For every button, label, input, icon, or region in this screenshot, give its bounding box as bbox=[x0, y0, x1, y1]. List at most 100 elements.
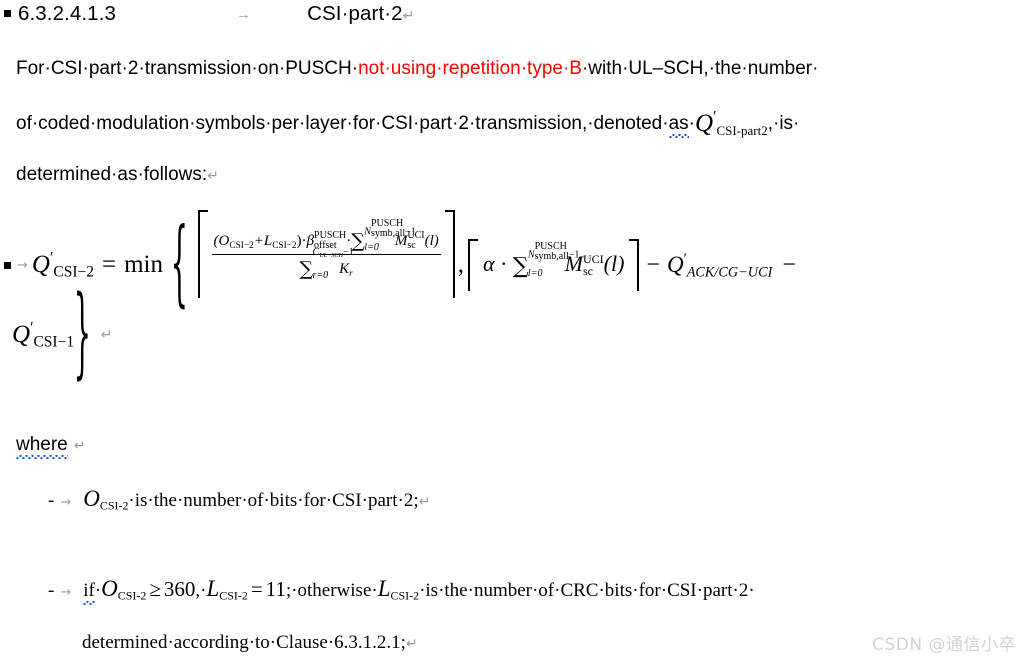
fraction: (OCSI−2+LCSI−2)·β PUSCH offset ·∑ N PUSCH symb… bbox=[208, 210, 445, 298]
L-symbol: L bbox=[206, 576, 220, 601]
O-subscript: CSI-2 bbox=[117, 588, 147, 603]
Q-symbol: Q bbox=[666, 252, 684, 277]
sum-upper-limit: N PUSCH symb,all −1 bbox=[528, 242, 579, 262]
paragraph-text-1a: For·CSI·part·2·transmission·on·PUSCH· bbox=[16, 58, 359, 79]
N-subscript: symb,all bbox=[370, 227, 406, 239]
ceiling-bracket-right bbox=[629, 239, 640, 291]
O-symbol: O bbox=[101, 576, 118, 601]
M-subscript: sc bbox=[582, 264, 593, 279]
tab-arrow-icon: → bbox=[236, 6, 252, 23]
crc-bits-value: 11 bbox=[265, 577, 286, 601]
N-scripts: PUSCH symb,all bbox=[370, 217, 406, 239]
den-C-subscript: UL−SCH bbox=[319, 251, 343, 259]
greater-equal-sign: ≥ bbox=[149, 577, 161, 601]
O-subscript: CSI-2 bbox=[99, 498, 129, 513]
paragraph-mark-icon: ↵ bbox=[405, 636, 418, 652]
list-dash: - bbox=[48, 490, 55, 511]
where-word: where bbox=[16, 434, 68, 459]
math-var-O: OCSI-2 bbox=[101, 576, 146, 601]
sum-N: N bbox=[527, 249, 535, 261]
ceiling-bracket-right bbox=[444, 210, 455, 298]
min-operator: min bbox=[124, 251, 163, 278]
paragraph-mark-icon: ↵ bbox=[100, 327, 113, 343]
comma-sep: ,· bbox=[195, 580, 207, 601]
summation-denominator: ∑ CUL−SCH−1 r=0 bbox=[299, 247, 354, 281]
square-bullet-icon bbox=[4, 261, 11, 269]
M-argument: (l) bbox=[603, 251, 625, 276]
definition-item-2: - → if·OCSI-2 ≥360,·LCSI-2 = 11;·otherwise·LC… bbox=[48, 576, 755, 605]
paragraph-mark-icon: ↵ bbox=[418, 494, 431, 510]
math-var-Q: Q bbox=[694, 110, 714, 137]
math-var-O: OCSI-2 bbox=[83, 486, 128, 511]
num-plus-L: +L bbox=[253, 232, 273, 249]
paragraph-text-1b: ·with·UL–SCH,·the·number· bbox=[581, 58, 819, 79]
math-subscript: CSI−1 bbox=[33, 333, 75, 351]
sum-lower-limit: r=0 bbox=[312, 269, 329, 281]
definition-text-2: ·is·the·number·of·CRC·bits·for·CSI·part·… bbox=[419, 580, 755, 601]
M-subscript: sc bbox=[407, 240, 416, 251]
N-subscript: symb,all bbox=[534, 251, 569, 262]
num-close-paren: )· bbox=[296, 232, 307, 249]
M-scripts: UCI sc bbox=[583, 253, 604, 277]
sum-N: N bbox=[364, 226, 371, 237]
ceiling-bracket-left bbox=[197, 210, 208, 298]
formula-term-2: α · ∑ N PUSCH symb,all −1 l=0 M UCI sc (l) − Q′AC… bbox=[468, 239, 796, 291]
tab-arrow-icon: → bbox=[60, 585, 72, 600]
fraction-denominator: ∑ CUL−SCH−1 r=0 Kr bbox=[211, 247, 441, 281]
N-scripts: PUSCH symb,all bbox=[535, 242, 569, 262]
sum-minus-one: −1 bbox=[568, 249, 580, 261]
minus-sign-2: − bbox=[782, 251, 796, 278]
formula-term-1: (OCSI−2+LCSI−2)·β PUSCH offset ·∑ N PUSCH symb… bbox=[197, 210, 455, 298]
math-var-L-2: LCSI-2 bbox=[378, 576, 419, 601]
math-var-L-1: LCSI-2 bbox=[206, 576, 247, 601]
definition-text-3: determined·according·to·Clause·6.3.1.2.1… bbox=[82, 632, 406, 653]
formula-continuation: Q′CSI−1 } ↵ bbox=[12, 278, 113, 392]
K-symbol: K bbox=[339, 260, 350, 277]
misspelled-word: as bbox=[668, 113, 689, 138]
paragraph-mark-icon: ↵ bbox=[402, 8, 415, 24]
paragraph-mark-icon: ↵ bbox=[73, 438, 86, 454]
sum-lower-limit: l=0 bbox=[527, 268, 543, 279]
O-symbol: O bbox=[83, 486, 100, 511]
Q-ack-subscript: ACK/CG−UCI bbox=[686, 264, 773, 281]
sigma-symbol: ∑ bbox=[512, 254, 529, 279]
cdot: · bbox=[500, 251, 508, 276]
list-dash: - bbox=[48, 580, 55, 601]
summation-2: ∑ N PUSCH symb,all −1 l=0 bbox=[512, 242, 579, 280]
minus-sign-1: − bbox=[646, 251, 660, 278]
paragraph-line-1: For·CSI·part·2·transmission·on·PUSCH·not… bbox=[16, 58, 818, 80]
brace-open: { bbox=[170, 211, 188, 319]
num-sub-1: CSI−2 bbox=[229, 240, 254, 251]
math-var-Q: Q bbox=[31, 251, 50, 278]
heading-title: CSI·part·2 bbox=[307, 2, 403, 25]
paragraph-text-highlight: not·using·repetition·type·B bbox=[358, 58, 582, 79]
threshold-value: 360 bbox=[163, 577, 196, 601]
N-superscript: PUSCH bbox=[370, 217, 404, 229]
L-symbol: L bbox=[377, 576, 391, 601]
num-open-paren-O: (O bbox=[213, 232, 230, 249]
math-var-Q-ack: Q′ACK/CG−UCI bbox=[666, 252, 773, 281]
inline-math-q-csi-part2: Q′CSI-part2 bbox=[694, 109, 768, 138]
sum-lower-limit: l=0 bbox=[364, 241, 379, 253]
math-var-Q-csi1: Q′CSI−1 bbox=[12, 320, 75, 351]
equals-sign: = bbox=[101, 251, 117, 278]
K-subscript: r bbox=[349, 268, 353, 279]
math-subscript: CSI-part2 bbox=[716, 122, 768, 138]
alpha-symbol: α bbox=[483, 251, 495, 276]
M-argument: (l) bbox=[424, 232, 439, 249]
where-label: where ↵ bbox=[16, 434, 86, 459]
sum-minus-one: −1 bbox=[405, 226, 416, 237]
Q-symbol: Q bbox=[12, 321, 31, 348]
num-sub-2: CSI−2 bbox=[272, 240, 297, 251]
paragraph-line-3: determined·as·follows:↵ bbox=[16, 164, 219, 186]
L-subscript: CSI-2 bbox=[219, 588, 248, 603]
formula-main: → Q′CSI−2 = min { (OCSI−2+LCSI−2)·β PUSCH… bbox=[4, 210, 796, 319]
misspelled-word: if bbox=[83, 580, 95, 605]
paragraph-mark-icon: ↵ bbox=[207, 168, 219, 184]
ceiling-bracket-left bbox=[468, 239, 479, 291]
otherwise-text: ;·otherwise· bbox=[285, 580, 378, 601]
paragraph-line-2: of·coded·modulation·symbols·per·layer·fo… bbox=[16, 109, 799, 138]
formula-lhs: Q′CSI−2 bbox=[31, 250, 94, 280]
sigma-symbol: ∑ bbox=[299, 257, 314, 280]
tab-arrow-icon: → bbox=[60, 495, 72, 510]
